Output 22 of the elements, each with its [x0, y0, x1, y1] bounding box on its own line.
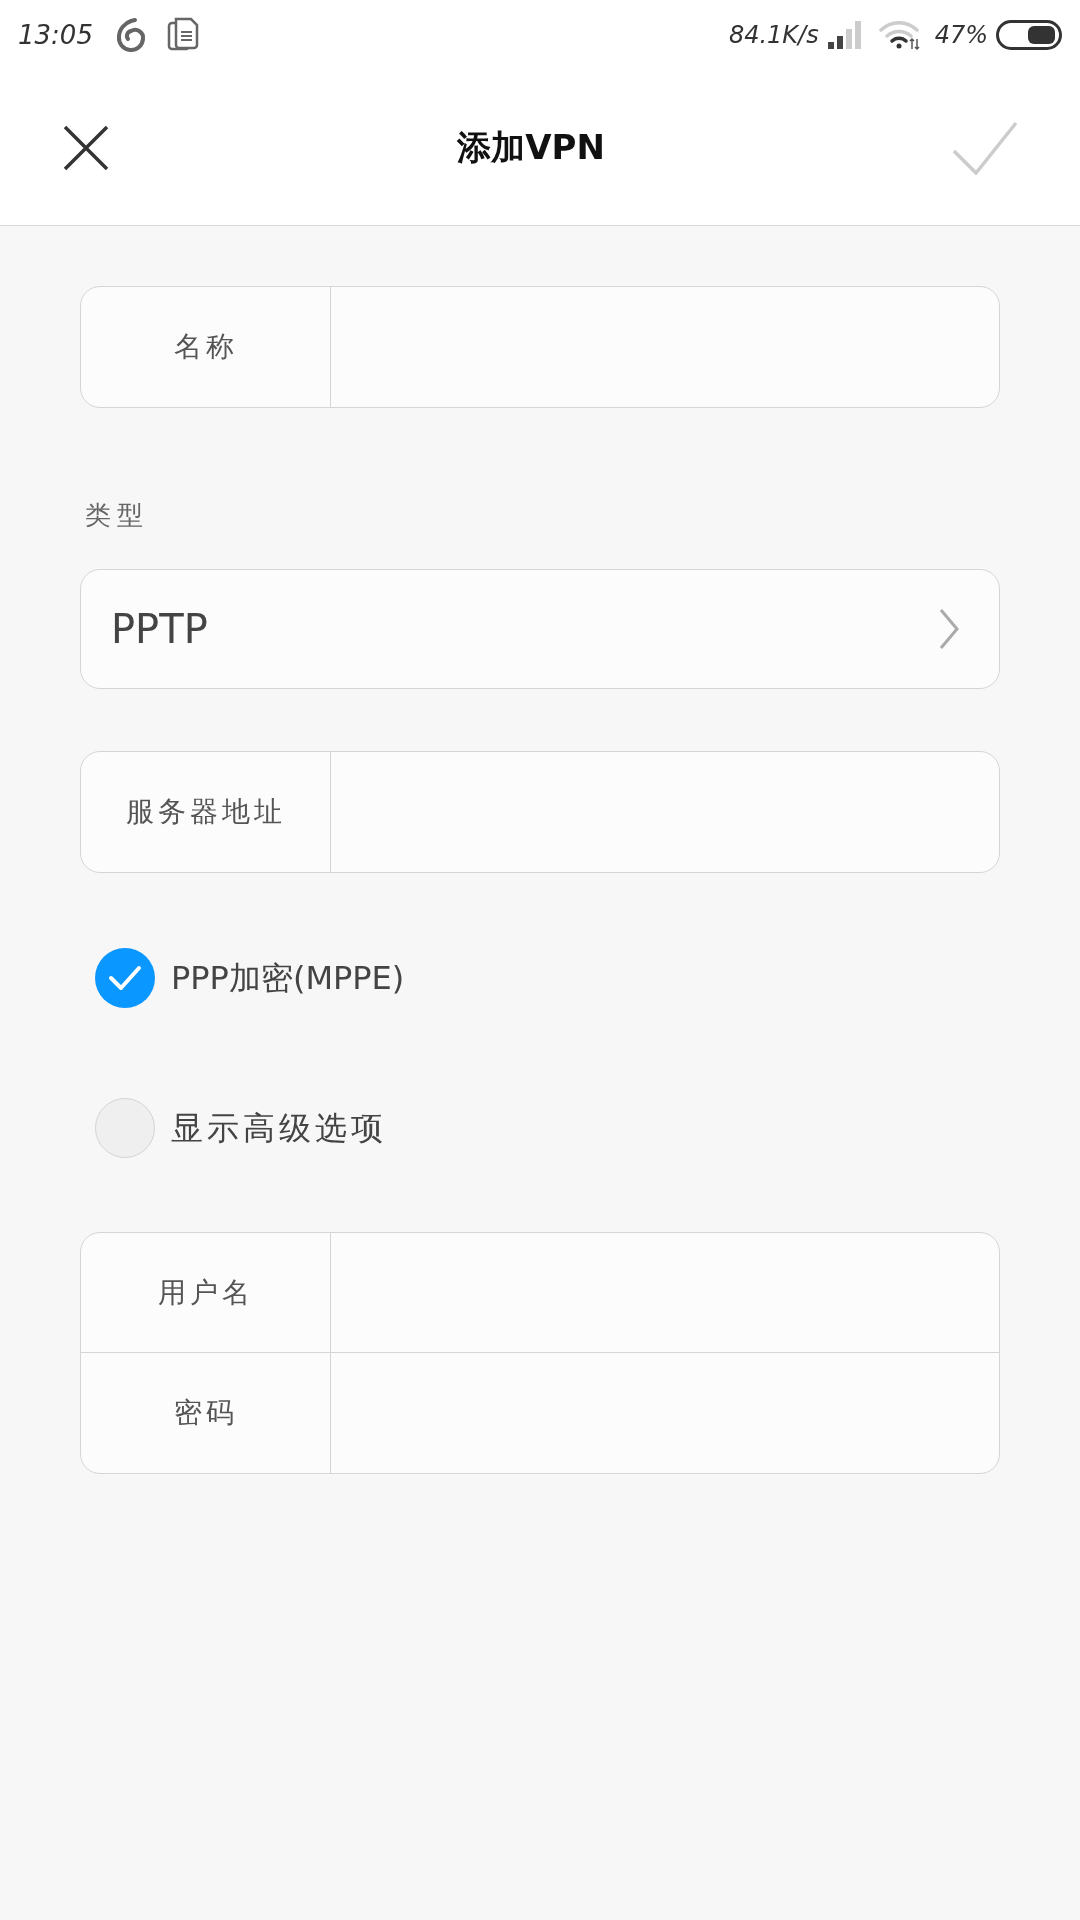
- swirl-icon: [114, 17, 147, 53]
- network-speed: 84.1K/s: [728, 20, 819, 51]
- checkmark-icon: [108, 965, 142, 991]
- chevron-right-icon: [939, 608, 959, 650]
- wifi-icon: [878, 19, 921, 51]
- close-button[interactable]: [62, 123, 110, 172]
- type-select[interactable]: PPTP: [80, 569, 1000, 689]
- status-time: 13:05: [18, 18, 93, 52]
- checkbox-label: 显示高级选项: [171, 1108, 387, 1149]
- checkbox-label: PPP加密(MPPE): [171, 958, 405, 999]
- page-title: 添加VPN: [457, 126, 605, 169]
- documents-icon: [166, 17, 199, 53]
- field-label: 名称: [173, 329, 238, 365]
- battery-icon: [996, 20, 1062, 50]
- field-label: 服务器地址: [125, 794, 286, 830]
- close-icon: [63, 124, 109, 171]
- field-label: 用户名: [157, 1274, 254, 1311]
- checkmark-icon: [952, 120, 1018, 175]
- battery-percent: 47%: [934, 20, 988, 51]
- section-label: 类型: [85, 499, 149, 532]
- field-label: 密码: [173, 1395, 238, 1431]
- checkbox[interactable]: [95, 948, 155, 1008]
